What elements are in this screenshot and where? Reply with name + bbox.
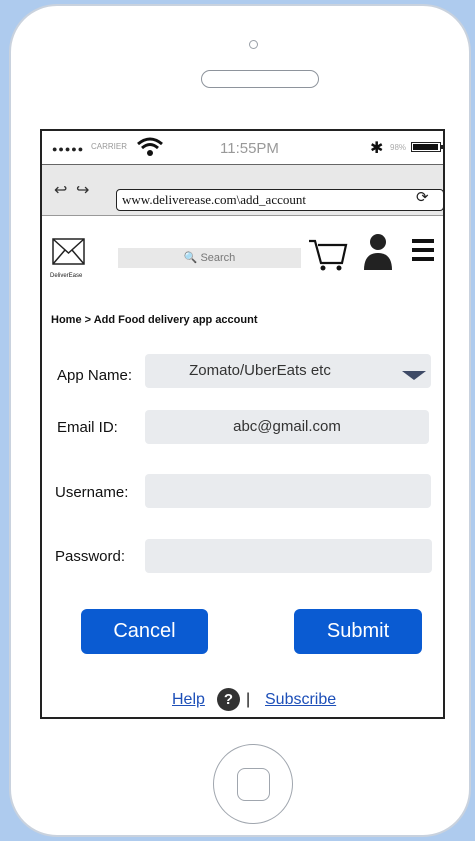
mail-logo-icon[interactable]	[52, 238, 85, 265]
battery-fill	[413, 144, 439, 150]
submit-button[interactable]: Submit	[294, 609, 422, 654]
user-icon[interactable]	[362, 233, 394, 271]
subscribe-link[interactable]: Subscribe	[265, 691, 336, 709]
bluetooth-icon: ✱	[370, 140, 384, 157]
email-field[interactable]: abc@gmail.com	[145, 410, 429, 444]
reload-icon[interactable]: ⟳	[416, 188, 429, 206]
app-name-value: Zomato/UberEats etc	[189, 362, 331, 379]
cart-icon[interactable]	[308, 235, 348, 273]
forward-arrow-icon[interactable]: ↪	[76, 180, 89, 200]
cancel-button[interactable]: Cancel	[81, 609, 208, 654]
help-link[interactable]: Help	[172, 691, 205, 709]
search-input[interactable]: 🔍 Search	[118, 248, 301, 268]
phone-screen: ●●●●● CARRIER 11:55PM ✱ 98% ↩ ↪ www.deli…	[40, 129, 445, 719]
battery-icon	[411, 142, 441, 152]
logo-text: DeliverEase	[50, 273, 83, 279]
chevron-down-icon[interactable]	[402, 371, 426, 380]
help-icon[interactable]: ?	[217, 688, 240, 711]
footer-links: Help ? | Subscribe	[42, 688, 443, 711]
password-field[interactable]	[145, 539, 432, 573]
email-label: Email ID:	[57, 419, 118, 436]
speaker-grille	[201, 70, 319, 88]
username-field[interactable]	[145, 474, 431, 508]
back-arrow-icon[interactable]: ↩	[54, 180, 67, 200]
status-time: 11:55PM	[220, 140, 279, 157]
url-bar[interactable]: www.deliverease.com\add_account	[116, 189, 443, 211]
hamburger-menu-icon[interactable]	[412, 239, 434, 261]
carrier-label: CARRIER	[91, 142, 128, 151]
battery-tip	[441, 145, 443, 149]
signal-strength: ●●●●●	[52, 144, 85, 154]
app-name-dropdown[interactable]: Zomato/UberEats etc	[145, 354, 431, 388]
camera-icon	[249, 40, 258, 49]
home-square-icon	[237, 768, 270, 801]
wifi-icon	[137, 137, 163, 156]
username-label: Username:	[55, 484, 129, 501]
password-label: Password:	[55, 548, 126, 565]
battery-percent: 98%	[390, 143, 407, 152]
link-separator: |	[246, 691, 251, 708]
breadcrumb: Home > Add Food delivery app account	[51, 314, 258, 326]
status-bar: ●●●●● CARRIER 11:55PM ✱ 98%	[42, 131, 443, 165]
app-name-label: App Name:	[57, 367, 133, 384]
